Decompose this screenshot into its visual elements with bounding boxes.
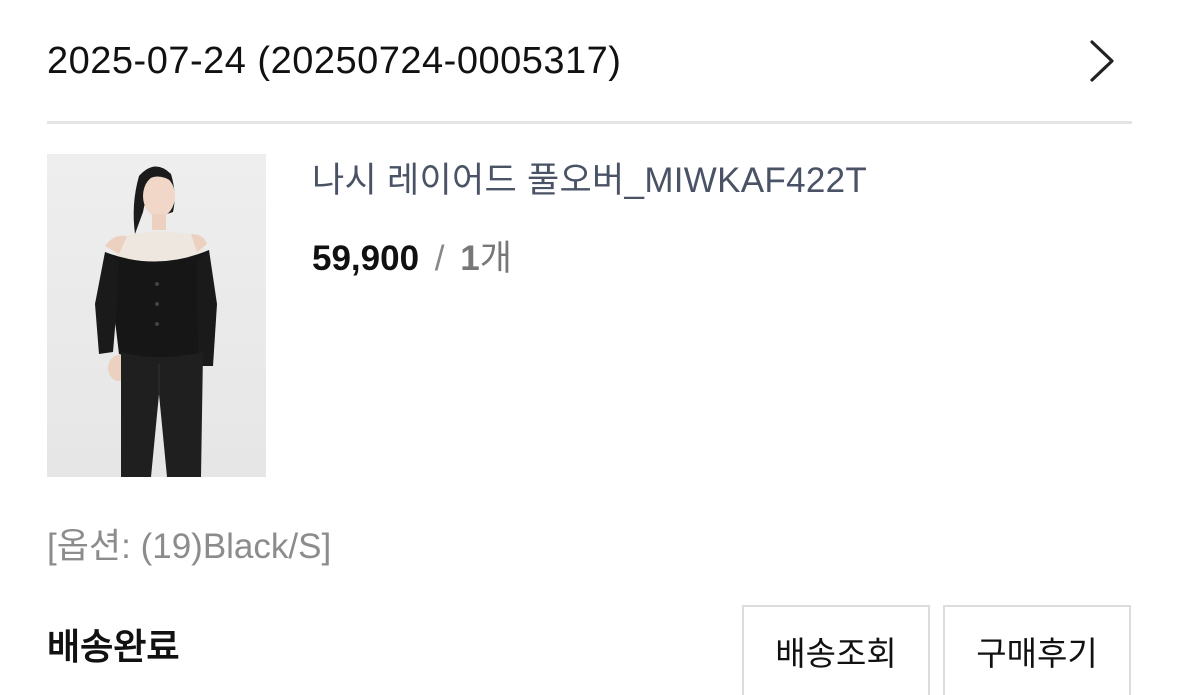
order-detail-button[interactable]: [1082, 36, 1122, 86]
product-price: 59,900: [312, 239, 420, 278]
price-quantity: 59,900 / 1개: [312, 230, 512, 281]
header-divider: [47, 121, 1132, 124]
quantity-unit: 개: [479, 239, 512, 278]
order-date-number: 2025-07-24 (20250724-0005317): [47, 39, 622, 82]
product-name[interactable]: 나시 레이어드 풀오버_MIWKAF422T: [312, 152, 867, 203]
order-header[interactable]: 2025-07-24 (20250724-0005317): [47, 30, 1132, 92]
delivery-status: 배송완료: [47, 626, 180, 667]
price-separator: /: [434, 239, 445, 278]
product-image[interactable]: [47, 154, 266, 477]
product-quantity: 1개: [460, 239, 512, 278]
chevron-right-icon: [1090, 40, 1114, 82]
track-delivery-button[interactable]: 배송조회: [742, 605, 930, 695]
quantity-number: 1: [460, 239, 480, 278]
write-review-button[interactable]: 구매후기: [943, 605, 1131, 695]
product-photo: [47, 154, 266, 477]
product-option: [옵션: (19)Black/S]: [47, 527, 332, 566]
